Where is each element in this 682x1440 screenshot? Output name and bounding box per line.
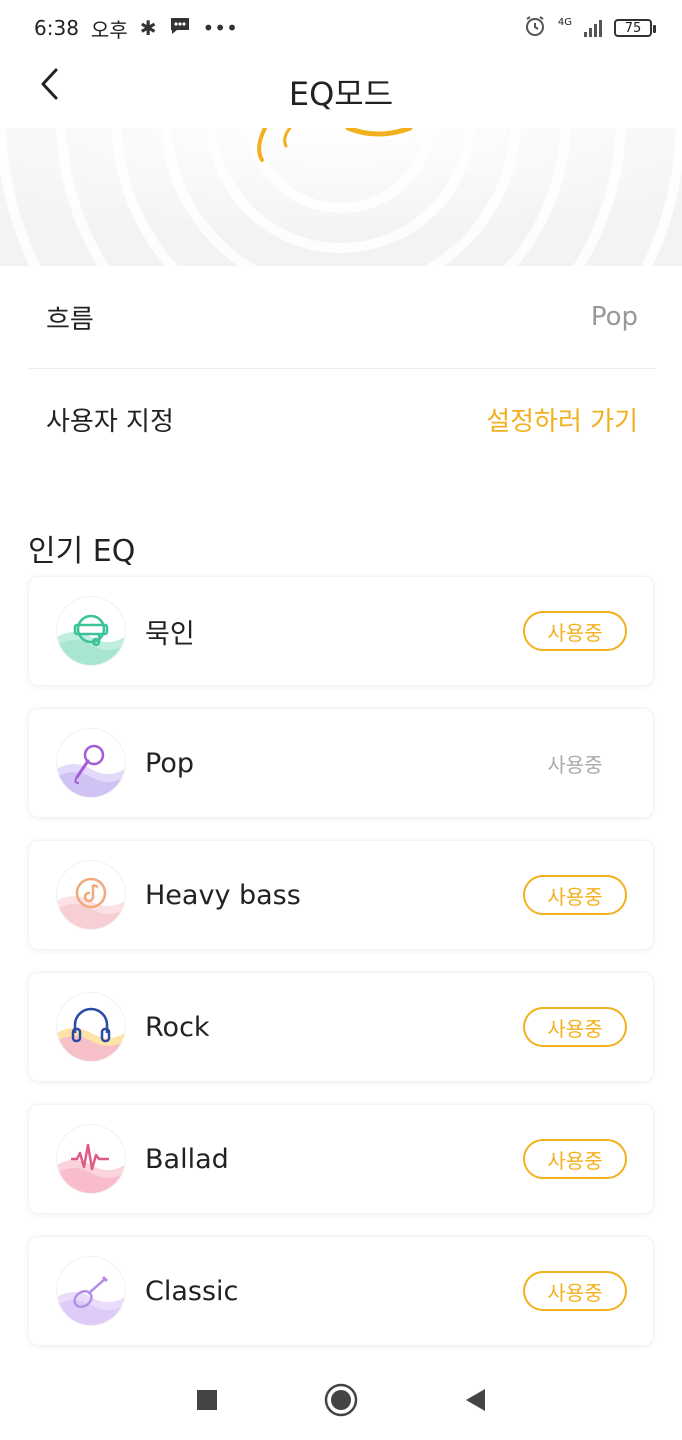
circle-icon <box>324 1383 358 1417</box>
bluetooth-icon: ✱ <box>139 16 157 40</box>
eq-name: Rock <box>145 1011 210 1043</box>
settings-row-flow[interactable]: 흐름 Pop <box>28 266 656 368</box>
headphones-icon <box>57 993 125 1061</box>
status-right: 4G 75 <box>524 15 656 42</box>
back-nav-button[interactable] <box>464 1388 486 1412</box>
system-navigation-bar <box>0 1360 682 1440</box>
go-to-settings-link[interactable]: 설정하러 가기 <box>486 401 638 438</box>
waveform-icon <box>57 1125 125 1193</box>
flow-value: Pop <box>590 302 638 332</box>
list-item[interactable]: Ballad 사용중 <box>28 1104 654 1214</box>
signal-icon <box>584 19 602 37</box>
square-icon <box>197 1390 217 1410</box>
hero-graphic <box>0 128 682 266</box>
use-button[interactable]: 사용중 <box>523 1139 627 1179</box>
eq-name: 묵인 <box>145 618 195 650</box>
list-item[interactable]: Classic 사용중 <box>28 1236 654 1346</box>
flow-label: 흐름 <box>46 304 94 335</box>
battery-icon: 75 <box>614 19 656 37</box>
message-icon <box>169 16 191 41</box>
clock: 6:38 <box>34 16 79 40</box>
app-header: EQ모드 <box>0 56 682 128</box>
eq-name: Classic <box>145 1275 239 1307</box>
status-bar: 6:38 오후 ✱ ••• 4G 75 <box>0 0 682 56</box>
battery-level: 75 <box>624 20 642 36</box>
chevron-left-icon <box>41 68 58 100</box>
use-button[interactable]: 사용중 <box>523 611 627 651</box>
alarm-icon <box>524 15 546 42</box>
eq-name: Heavy bass <box>145 879 301 911</box>
back-button[interactable] <box>34 64 64 104</box>
use-button-active[interactable]: 사용중 <box>523 743 627 783</box>
eq-name: Ballad <box>145 1143 229 1175</box>
microphone-icon <box>57 729 125 797</box>
status-left: 6:38 오후 ✱ ••• <box>34 14 238 43</box>
triangle-left-icon <box>466 1389 485 1411</box>
eq-settings-panel: 흐름 Pop 사용자 지정 설정하러 가기 <box>28 266 656 472</box>
use-button[interactable]: 사용중 <box>523 1007 627 1047</box>
section-title: 인기 EQ <box>28 534 136 569</box>
eq-name: Pop <box>145 747 194 779</box>
network-type: 4G <box>557 16 572 28</box>
music-disc-icon <box>57 861 125 929</box>
use-button[interactable]: 사용중 <box>523 1271 627 1311</box>
page-title: EQ모드 <box>288 75 394 113</box>
more-notifications-icon: ••• <box>202 16 238 40</box>
eq-list: 묵인 사용중 Pop 사용중 Heavy bass 사용중 Rock 사용중 B… <box>28 576 654 1368</box>
list-item[interactable]: 묵인 사용중 <box>28 576 654 686</box>
list-item[interactable]: Pop 사용중 <box>28 708 654 818</box>
vinyl-icon <box>57 597 125 665</box>
list-item[interactable]: Rock 사용중 <box>28 972 654 1082</box>
guitar-icon <box>57 1257 125 1325</box>
custom-label: 사용자 지정 <box>46 407 174 437</box>
use-button[interactable]: 사용중 <box>523 875 627 915</box>
list-item[interactable]: Heavy bass 사용중 <box>28 840 654 950</box>
clock-ampm: 오후 <box>90 17 128 42</box>
recent-apps-button[interactable] <box>196 1389 218 1411</box>
settings-row-custom[interactable]: 사용자 지정 설정하러 가기 <box>28 368 656 470</box>
home-button[interactable] <box>324 1383 358 1417</box>
